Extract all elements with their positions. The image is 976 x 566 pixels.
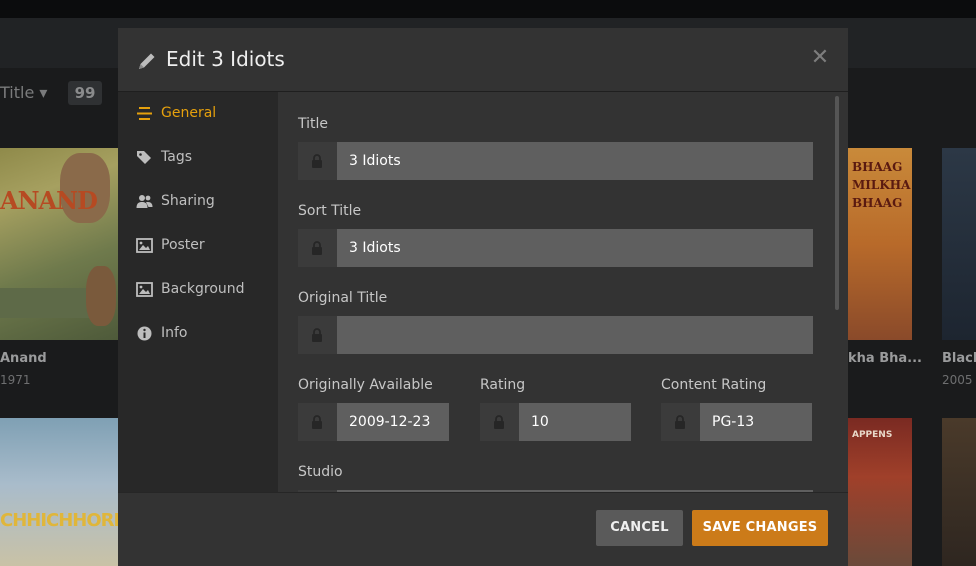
library-top-bar [0,0,976,18]
modal-title: Edit 3 Idiots [166,47,285,71]
original-title-input[interactable] [337,316,813,354]
lock-button[interactable] [298,403,337,441]
rating-label: Rating [480,377,526,393]
sidebar-item-label: Poster [161,237,205,253]
poster-art-strip [0,288,90,318]
lock-icon [675,415,685,429]
lock-button[interactable] [298,316,337,354]
poster-title[interactable]: kha Bha... [848,351,922,366]
studio-label: Studio [298,464,343,480]
poster-chhichhore[interactable]: CHHICHHORE [0,418,118,566]
edit-sidebar: General Tags Sharing Poster Background I… [118,92,278,492]
lock-button[interactable] [298,229,337,267]
background-icon [136,282,153,297]
poster-art-face [86,266,116,326]
pencil-icon [139,53,155,69]
form-scrollbar[interactable] [835,96,839,310]
tags-icon [137,151,151,164]
sidebar-item-poster[interactable]: Poster [118,224,278,268]
poster-icon [136,238,153,253]
general-form: Title 3 Idiots Sort Title 3 Idiots Origi… [278,92,848,492]
sort-title-field: 3 Idiots [298,229,813,267]
poster-art-text: BHAAG MILKHA BHAAG [852,160,911,210]
original-title-label: Original Title [298,290,388,306]
sort-dropdown[interactable]: Title ▾ [0,83,47,102]
item-count-badge: 99 [68,81,102,105]
sidebar-item-background[interactable]: Background [118,268,278,312]
poster-art-text: CHHICHHORE [0,510,118,531]
sort-title-input[interactable]: 3 Idiots [337,229,813,267]
originally-available-field: 2009-12-23 [298,403,449,441]
close-icon[interactable]: ✕ [810,46,830,70]
info-icon [137,326,152,341]
modal-header: Edit 3 Idiots ✕ [118,28,848,92]
originally-available-label: Originally Available [298,377,433,393]
sidebar-item-label: Info [161,325,188,341]
poster-black[interactable] [942,148,976,340]
sort-title-label: Sort Title [298,203,362,219]
content-rating-input[interactable]: PG-13 [700,403,812,441]
sidebar-item-label: Sharing [161,193,215,209]
sharing-icon [136,195,153,208]
poster-year: 2005 [942,373,973,387]
sidebar-item-sharing[interactable]: Sharing [118,180,278,224]
sidebar-item-tags[interactable]: Tags [118,136,278,180]
poster-title[interactable]: Anand [0,351,47,366]
cancel-button[interactable]: CANCEL [596,510,683,546]
edit-metadata-modal: Edit 3 Idiots ✕ General Tags Sharing Pos… [118,28,848,566]
original-title-field [298,316,813,354]
poster-thumbnail[interactable]: APPENS [848,418,912,566]
poster-title[interactable]: Black [942,351,976,366]
rating-field: 10 [480,403,631,441]
title-label: Title [298,116,329,132]
lock-button[interactable] [661,403,700,441]
lock-icon [494,415,504,429]
poster-art-text: ANAND [0,186,98,215]
lock-icon [312,328,322,342]
sidebar-item-info[interactable]: Info [118,312,278,356]
content-rating-label: Content Rating [661,377,767,393]
poster-year: 1971 [0,373,31,387]
poster-thumbnail[interactable] [942,418,976,566]
originally-available-input[interactable]: 2009-12-23 [337,403,449,441]
rating-input[interactable]: 10 [519,403,631,441]
sidebar-item-general[interactable]: General [118,92,278,136]
poster-art-text: APPENS [852,430,893,440]
general-icon [137,107,152,120]
title-input[interactable]: 3 Idiots [337,142,813,180]
poster-anand[interactable]: ANAND [0,148,118,340]
lock-button[interactable] [298,142,337,180]
save-changes-button[interactable]: SAVE CHANGES [692,510,828,546]
sidebar-item-label: General [161,105,217,121]
lock-icon [312,415,322,429]
lock-button[interactable] [480,403,519,441]
content-rating-field: PG-13 [661,403,812,441]
sidebar-item-label: Background [161,281,245,297]
modal-footer: CANCEL SAVE CHANGES [118,492,848,566]
sidebar-item-label: Tags [161,149,192,165]
lock-icon [312,154,322,168]
lock-icon [312,241,322,255]
title-field: 3 Idiots [298,142,813,180]
poster-bhaag-milkha-bhaag[interactable]: BHAAG MILKHA BHAAG [848,148,912,340]
